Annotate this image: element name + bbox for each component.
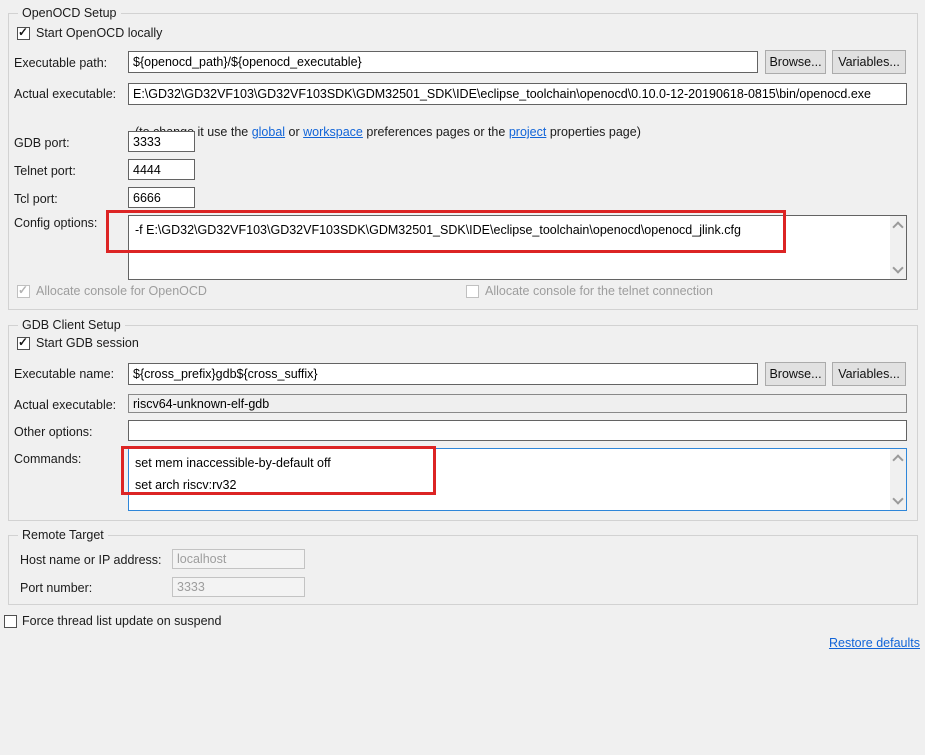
- config-options-label: Config options:: [14, 216, 97, 231]
- actual-executable-label: Actual executable:: [14, 87, 116, 102]
- global-link[interactable]: global: [252, 125, 285, 139]
- commands-textarea[interactable]: set mem inaccessible-by-default off set …: [128, 448, 907, 511]
- commands-text: set mem inaccessible-by-default off set …: [135, 452, 884, 508]
- commands-scrollbar[interactable]: [890, 449, 906, 510]
- preferences-hint: (to change it use the global or workspac…: [128, 110, 641, 140]
- gdb-port-input[interactable]: [128, 131, 195, 152]
- checkmark-icon: ✓: [18, 335, 28, 349]
- variables-button[interactable]: Variables...: [832, 50, 906, 74]
- gdb-client-setup-group-title: GDB Client Setup: [18, 318, 125, 332]
- port-number-input: [172, 577, 305, 597]
- host-name-input: [172, 549, 305, 569]
- allocate-console-telnet-label: Allocate console for the telnet connecti…: [485, 284, 713, 299]
- gdb-actual-executable-input[interactable]: [128, 394, 907, 413]
- start-gdb-session-label: Start GDB session: [36, 336, 139, 351]
- commands-label: Commands:: [14, 452, 81, 467]
- browse-button[interactable]: Browse...: [765, 50, 826, 74]
- config-options-textarea[interactable]: -f E:\GD32\GD32VF103\GD32VF103SDK\GDM325…: [128, 215, 907, 280]
- gdb-actual-executable-label: Actual executable:: [14, 398, 116, 413]
- telnet-port-input[interactable]: [128, 159, 195, 180]
- hint-text: properties page): [546, 125, 641, 139]
- project-link[interactable]: project: [509, 125, 547, 139]
- config-options-text: -f E:\GD32\GD32VF103\GD32VF103SDK\GDM325…: [135, 219, 884, 277]
- executable-name-input[interactable]: [128, 363, 758, 385]
- force-thread-label: Force thread list update on suspend: [22, 614, 221, 629]
- scroll-up-icon[interactable]: [892, 454, 903, 465]
- checkmark-icon: ✓: [18, 25, 28, 39]
- allocate-console-telnet-checkbox: [466, 285, 479, 298]
- gdb-browse-button[interactable]: Browse...: [765, 362, 826, 386]
- allocate-console-openocd-checkbox: ✓: [17, 285, 30, 298]
- openocd-setup-group-title: OpenOCD Setup: [18, 6, 121, 20]
- checkmark-icon: ✓: [18, 283, 28, 297]
- gdb-variables-button[interactable]: Variables...: [832, 362, 906, 386]
- telnet-port-label: Telnet port:: [14, 164, 76, 179]
- executable-path-input[interactable]: [128, 51, 758, 73]
- other-options-label: Other options:: [14, 425, 93, 440]
- workspace-link[interactable]: workspace: [303, 125, 363, 139]
- force-thread-checkbox[interactable]: [4, 615, 17, 628]
- start-gdb-session-checkbox[interactable]: ✓: [17, 337, 30, 350]
- executable-name-label: Executable name:: [14, 367, 114, 382]
- hint-text: or: [285, 125, 303, 139]
- start-openocd-checkbox[interactable]: ✓: [17, 27, 30, 40]
- host-name-label: Host name or IP address:: [20, 553, 162, 568]
- config-options-scrollbar[interactable]: [890, 216, 906, 279]
- actual-executable-input[interactable]: [128, 83, 907, 105]
- restore-defaults-link[interactable]: Restore defaults: [829, 636, 920, 650]
- allocate-console-openocd-label: Allocate console for OpenOCD: [36, 284, 207, 299]
- port-number-label: Port number:: [20, 581, 92, 596]
- other-options-input[interactable]: [128, 420, 907, 441]
- scroll-up-icon[interactable]: [892, 221, 903, 232]
- tcl-port-label: Tcl port:: [14, 192, 58, 207]
- tcl-port-input[interactable]: [128, 187, 195, 208]
- scroll-down-icon[interactable]: [892, 493, 903, 504]
- scroll-down-icon[interactable]: [892, 262, 903, 273]
- executable-path-label: Executable path:: [14, 56, 107, 71]
- hint-text: preferences pages or the: [363, 125, 509, 139]
- remote-target-group-title: Remote Target: [18, 528, 108, 542]
- start-openocd-label: Start OpenOCD locally: [36, 26, 162, 41]
- gdb-port-label: GDB port:: [14, 136, 70, 151]
- remote-target-group: [8, 535, 918, 605]
